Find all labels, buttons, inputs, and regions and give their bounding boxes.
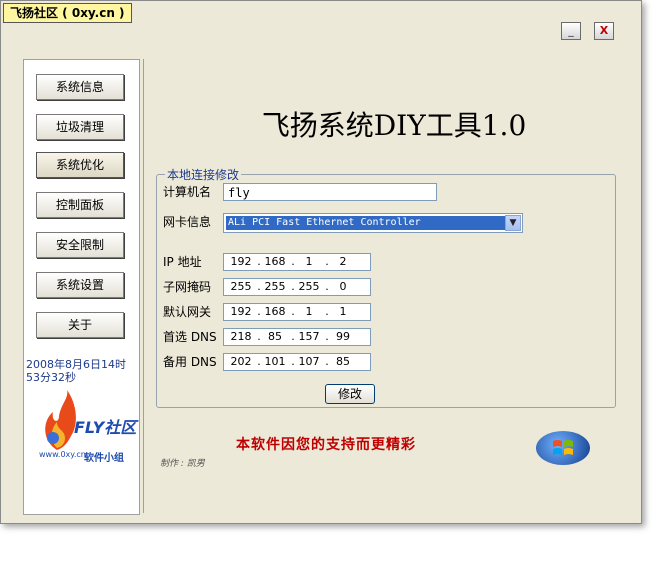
close-button[interactable]: X bbox=[594, 22, 614, 40]
subnet-mask-input[interactable]: 255 . 255 . 255 . 0 bbox=[223, 278, 371, 296]
ip-octet: 107 bbox=[298, 355, 320, 368]
nav-button-system-info[interactable]: 系统信息 bbox=[36, 74, 124, 100]
ip-octet: 255 bbox=[298, 280, 320, 293]
ip-octet: 99 bbox=[336, 330, 350, 343]
preferred-dns-input[interactable]: 218 . 85 . 157 . 99 bbox=[223, 328, 371, 346]
window-title: 飞扬社区 ( 0xy.cn ) bbox=[3, 3, 132, 23]
preferred-dns-label: 首选 DNS bbox=[163, 330, 217, 344]
ip-octet: 168 bbox=[264, 255, 286, 268]
maker-credit: 制作 : 凯男 bbox=[160, 459, 205, 469]
torn-edge-bottom bbox=[0, 520, 671, 564]
ip-octet: 192 bbox=[230, 255, 252, 268]
ip-octet: 1 bbox=[305, 305, 313, 318]
fly-logo: FLY社区 www.0xy.cn 软件小组 bbox=[39, 390, 139, 470]
main-panel: 飞扬系统DIY工具1.0 本地连接修改 计算机名 fly 网卡信息 ALi PC… bbox=[143, 59, 638, 513]
sidebar: 系统信息 垃圾清理 系统优化 控制面板 安全限制 系统设置 关于 2008年8月… bbox=[23, 59, 140, 515]
windows-logo-icon bbox=[536, 431, 590, 465]
torn-edge-right bbox=[640, 0, 671, 564]
app-title: 飞扬系统DIY工具1.0 bbox=[261, 109, 527, 142]
nav-button-junk-clean[interactable]: 垃圾清理 bbox=[36, 114, 124, 140]
nic-selected-value: ALi PCI Fast Ethernet Controller bbox=[226, 216, 506, 230]
ip-octet: 85 bbox=[268, 330, 282, 343]
gateway-input[interactable]: 192 . 168 . 1 . 1 bbox=[223, 303, 371, 321]
ip-octet: 85 bbox=[336, 355, 350, 368]
computer-name-input[interactable]: fly bbox=[223, 183, 437, 201]
ip-octet: 255 bbox=[230, 280, 252, 293]
alternate-dns-label: 备用 DNS bbox=[163, 355, 217, 369]
ip-octet: 192 bbox=[230, 305, 252, 318]
ip-octet: 1 bbox=[305, 255, 313, 268]
windows-flag-icon bbox=[553, 440, 573, 455]
ip-octet: 202 bbox=[230, 355, 252, 368]
chevron-down-icon[interactable]: ▼ bbox=[505, 215, 521, 231]
alternate-dns-input[interactable]: 202 . 101 . 107 . 85 bbox=[223, 353, 371, 371]
app-window: 飞扬社区 ( 0xy.cn ) _ X 系统信息 垃圾清理 系统优化 控制面板 … bbox=[0, 0, 642, 524]
ip-octet: 101 bbox=[264, 355, 286, 368]
nav-button-system-settings[interactable]: 系统设置 bbox=[36, 272, 124, 298]
ip-octet: 255 bbox=[264, 280, 286, 293]
gateway-label: 默认网关 bbox=[163, 305, 212, 319]
modify-button[interactable]: 修改 bbox=[325, 384, 375, 404]
computer-name-label: 计算机名 bbox=[163, 185, 212, 199]
ip-octet: 168 bbox=[264, 305, 286, 318]
nav-button-about[interactable]: 关于 bbox=[36, 312, 124, 338]
ip-octet: 0 bbox=[339, 280, 347, 293]
subnet-mask-label: 子网掩码 bbox=[163, 280, 212, 294]
nav-button-control-panel[interactable]: 控制面板 bbox=[36, 192, 124, 218]
nav-button-system-optimize[interactable]: 系统优化 bbox=[36, 152, 124, 178]
logo-name: FLY社区 bbox=[74, 418, 137, 437]
ip-address-input[interactable]: 192 . 168 . 1 . 2 bbox=[223, 253, 371, 271]
local-connection-group: 本地连接修改 计算机名 fly 网卡信息 ALi PCI Fast Ethern… bbox=[156, 166, 616, 408]
group-title: 本地连接修改 bbox=[165, 166, 242, 183]
ip-octet: 2 bbox=[339, 255, 347, 268]
logo-url: www.0xy.cn bbox=[39, 450, 86, 459]
ip-octet: 157 bbox=[298, 330, 320, 343]
nic-label: 网卡信息 bbox=[163, 215, 212, 229]
ip-octet: 218 bbox=[230, 330, 252, 343]
datetime-display: 2008年8月6日14时53分32秒 bbox=[26, 358, 126, 384]
minimize-button[interactable]: _ bbox=[561, 22, 581, 40]
ip-address-label: IP 地址 bbox=[163, 255, 202, 269]
nav-button-security-limit[interactable]: 安全限制 bbox=[36, 232, 124, 258]
banner-text: 本软件因您的支持而更精彩 bbox=[236, 437, 416, 453]
logo-subtitle: 软件小组 bbox=[84, 453, 124, 464]
flame-icon bbox=[45, 390, 76, 450]
ip-octet: 1 bbox=[339, 305, 347, 318]
nic-select[interactable]: ALi PCI Fast Ethernet Controller ▼ bbox=[223, 213, 523, 233]
